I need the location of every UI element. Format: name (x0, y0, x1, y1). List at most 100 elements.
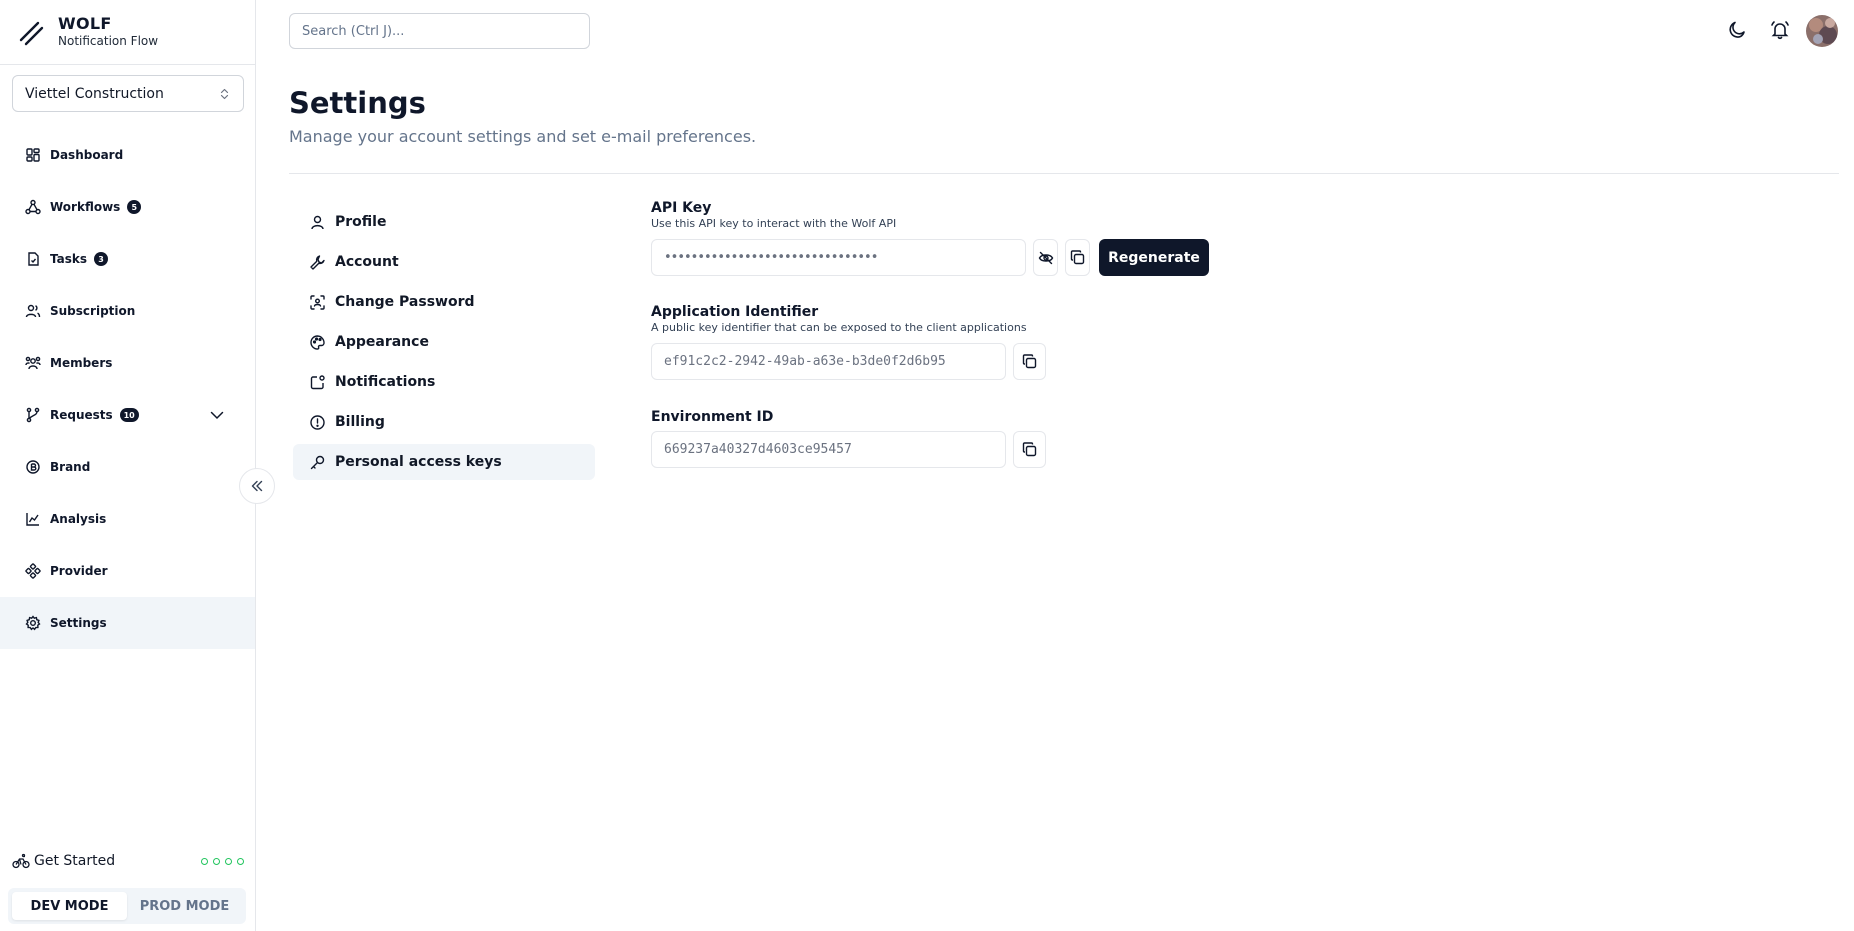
requests-icon (25, 407, 41, 423)
regenerate-button[interactable]: Regenerate (1099, 239, 1209, 276)
sidebar-item-brand[interactable]: Brand (0, 441, 255, 493)
palette-icon (309, 334, 326, 351)
sidebar-item-dashboard[interactable]: Dashboard (0, 129, 255, 181)
sidebar-item-provider[interactable]: Provider (0, 545, 255, 597)
app-name: WOLF (58, 14, 112, 33)
settings-tab-account[interactable]: Account (293, 244, 595, 280)
collapse-sidebar-button[interactable] (239, 468, 275, 504)
alert-circle-icon (309, 414, 326, 431)
settings-tab-label: Personal access keys (335, 454, 502, 470)
settings-tab-personal-access-keys[interactable]: Personal access keys (293, 444, 595, 480)
brand[interactable]: WOLF Notification Flow (18, 14, 158, 50)
sidebar-item-label: Subscription (50, 304, 136, 318)
organization-select[interactable]: Viettel Construction (12, 75, 244, 112)
toggle-visibility-button[interactable] (1033, 239, 1058, 276)
prod-mode-button[interactable]: PROD MODE (127, 892, 242, 920)
chevrons-left-icon (250, 479, 264, 493)
copy-app-identifier-button[interactable] (1013, 343, 1046, 380)
sidebar: WOLF Notification Flow Viettel Construct… (0, 0, 256, 931)
settings-tab-change-password[interactable]: Change Password (293, 284, 595, 320)
progress-dot (225, 857, 232, 865)
gear-icon (25, 615, 41, 631)
get-started-label: Get Started (34, 853, 116, 869)
settings-tab-label: Change Password (335, 294, 475, 310)
settings-tab-billing[interactable]: Billing (293, 404, 595, 440)
dev-mode-button[interactable]: DEV MODE (12, 892, 127, 920)
sidebar-item-label: Members (50, 356, 113, 370)
sidebar-item-label: Provider (50, 564, 108, 578)
search-input[interactable] (289, 13, 590, 49)
settings-tab-label: Profile (335, 214, 387, 230)
settings-tab-label: Appearance (335, 334, 429, 350)
divider (0, 64, 255, 65)
count-badge: 10 (119, 408, 139, 422)
sidebar-item-tasks[interactable]: Tasks 3 (0, 233, 255, 285)
workflow-icon (25, 199, 41, 215)
settings-tab-profile[interactable]: Profile (293, 204, 595, 240)
sidebar-item-members[interactable]: Members (0, 337, 255, 389)
settings-tab-label: Billing (335, 414, 385, 430)
chart-icon (25, 511, 41, 527)
page-title: Settings (289, 86, 426, 120)
eye-off-icon (1038, 250, 1054, 266)
wolf-logo-icon (18, 20, 44, 46)
page-subtitle: Manage your account settings and set e-m… (289, 127, 757, 146)
get-started[interactable]: Get Started (12, 852, 244, 870)
tasks-icon (25, 251, 41, 267)
progress-dot (237, 857, 244, 865)
progress-dots (201, 857, 244, 865)
app-identifier-description: A public key identifier that can be expo… (651, 321, 1027, 334)
copy-environment-id-button[interactable] (1013, 431, 1046, 468)
wrench-icon (309, 254, 326, 271)
api-key-description: Use this API key to interact with the Wo… (651, 217, 897, 230)
app-identifier-label: Application Identifier (651, 304, 819, 320)
progress-dot (213, 857, 220, 865)
sidebar-item-label: Analysis (50, 512, 107, 526)
sidebar-item-settings[interactable]: Settings (0, 597, 255, 649)
avatar[interactable] (1806, 15, 1838, 47)
settings-nav: Profile Account Change Password Appearan… (293, 204, 595, 484)
sidebar-item-label: Requests (50, 408, 113, 422)
sidebar-item-label: Brand (50, 460, 91, 474)
sidebar-item-subscription[interactable]: Subscription (0, 285, 255, 337)
environment-id-label: Environment ID (651, 409, 774, 425)
divider (289, 173, 1839, 174)
count-badge: 5 (127, 200, 142, 214)
sidebar-item-label: Workflows (50, 200, 121, 214)
environment-id-field[interactable]: 669237a40327d4603ce95457 (651, 431, 1006, 468)
copy-icon (1022, 354, 1037, 369)
copy-icon (1070, 250, 1085, 265)
sidebar-item-label: Tasks (50, 252, 88, 266)
chevron-up-down-icon (220, 88, 229, 100)
organization-select-value: Viettel Construction (25, 85, 164, 102)
settings-tab-appearance[interactable]: Appearance (293, 324, 595, 360)
settings-tab-label: Notifications (335, 374, 436, 390)
dashboard-icon (25, 147, 41, 163)
moon-icon[interactable] (1726, 19, 1748, 41)
scan-face-icon (309, 294, 326, 311)
users-icon (25, 303, 41, 319)
brand-icon (25, 459, 41, 475)
copy-api-key-button[interactable] (1065, 239, 1090, 276)
sidebar-item-workflows[interactable]: Workflows 5 (0, 181, 255, 233)
copy-icon (1022, 442, 1037, 457)
key-icon (309, 454, 326, 471)
bike-icon (12, 852, 30, 870)
provider-icon (25, 563, 41, 579)
settings-tab-notifications[interactable]: Notifications (293, 364, 595, 400)
notification-icon (309, 374, 326, 391)
sidebar-item-requests[interactable]: Requests 10 (0, 389, 255, 441)
api-key-label: API Key (651, 200, 712, 216)
app-subtitle: Notification Flow (58, 34, 159, 48)
bell-icon[interactable] (1769, 19, 1791, 41)
api-key-field[interactable]: •••••••••••••••••••••••••••••••• (651, 239, 1026, 276)
members-icon (25, 355, 41, 371)
settings-tab-label: Account (335, 254, 399, 270)
count-badge: 3 (94, 252, 109, 266)
chevron-down-icon[interactable] (209, 407, 225, 423)
user-icon (309, 214, 326, 231)
sidebar-item-label: Dashboard (50, 148, 124, 162)
sidebar-item-label: Settings (50, 616, 107, 630)
app-identifier-field[interactable]: ef91c2c2-2942-49ab-a63e-b3de0f2d6b95 (651, 343, 1006, 380)
sidebar-item-analysis[interactable]: Analysis (0, 493, 255, 545)
